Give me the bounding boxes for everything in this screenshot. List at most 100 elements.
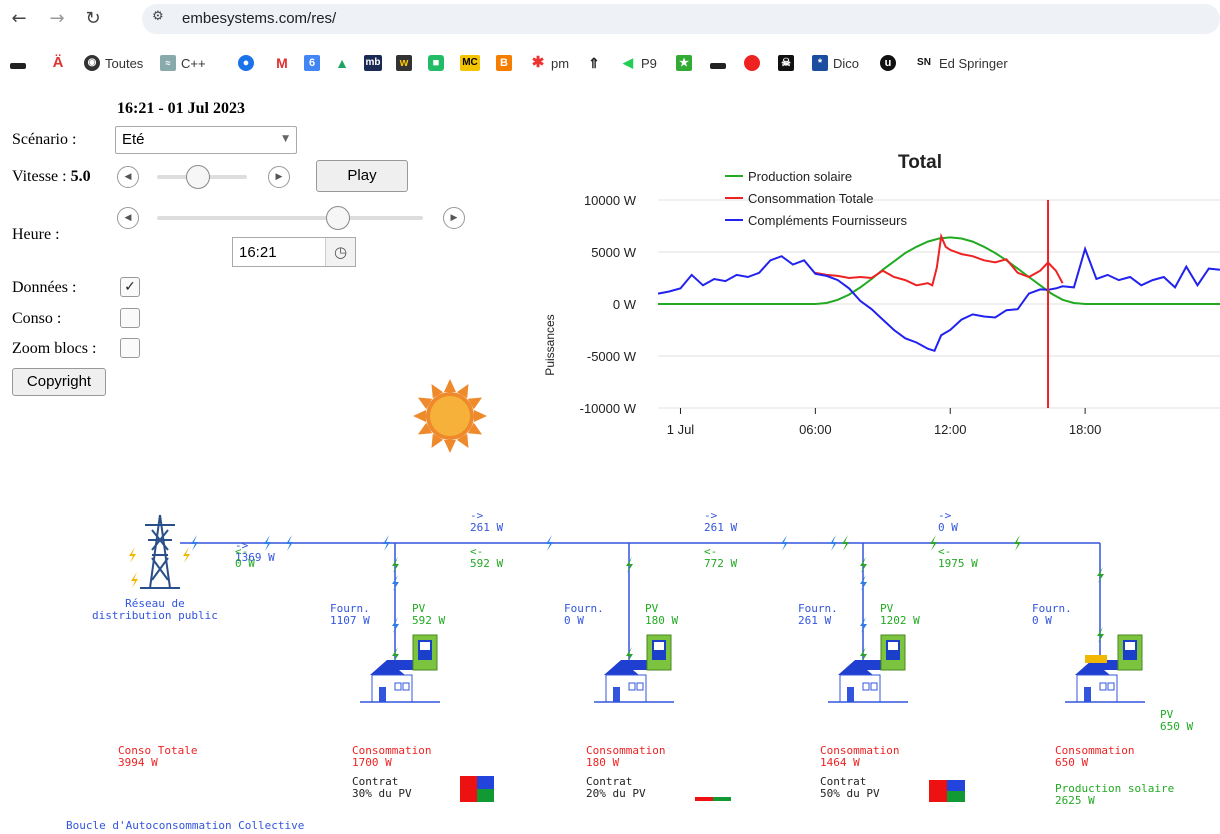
chart-x-tick-label: 1 Jul — [667, 422, 695, 437]
lightning-icon — [383, 535, 390, 551]
vitesse-label: Vitesse : 5.0 — [12, 168, 91, 185]
legend-entry: Compléments Fournisseurs — [748, 213, 907, 228]
chart-y-tick-label: 0 W — [613, 297, 637, 312]
heure-increase-button[interactable]: ▶ — [443, 207, 465, 229]
chart-y-axis-label: Puissances — [543, 314, 557, 375]
conso-checkbox[interactable] — [120, 308, 140, 328]
pm-icon: ✱ — [531, 54, 545, 71]
house-2-fourn: Fourn. 0 W — [564, 602, 604, 627]
solar-meter-icon — [880, 634, 906, 671]
lightning-icon — [286, 535, 293, 551]
bookmark-blogger-icon[interactable]: B — [496, 52, 512, 74]
lightning-icon — [129, 547, 136, 563]
house-1-pv: PV 592 W — [412, 602, 446, 627]
bookmark-mc[interactable]: MC — [460, 52, 480, 74]
bookmark-red-icon[interactable] — [744, 52, 760, 74]
house-3-pv: PV 1202 W — [880, 602, 920, 627]
copyright-button[interactable]: Copyright — [12, 368, 106, 396]
datetime-display: 16:21 - 01 Jul 2023 — [117, 100, 245, 117]
chart-x-tick-label: 06:00 — [799, 422, 832, 437]
grid-label: Réseau de distribution public — [92, 597, 218, 622]
bookmark-calendar-icon[interactable]: 6 — [304, 52, 320, 74]
pylon-icon — [140, 514, 180, 589]
cpp-icon: ≈ — [160, 55, 176, 71]
zoom-blocs-label: Zoom blocs : — [12, 340, 97, 357]
house-icon — [1065, 634, 1145, 703]
chart-y-tick-label: -10000 W — [580, 401, 637, 416]
zoom-blocs-checkbox[interactable] — [120, 338, 140, 358]
bookmark-pm[interactable]: ✱ pm — [530, 52, 569, 74]
bookmark-person-icon[interactable]: ● — [238, 52, 254, 74]
heure-decrease-button[interactable]: ◀ — [117, 207, 139, 229]
segment-2-back: <- 592 W — [470, 545, 504, 570]
house-1-consommation: Consommation 1700 W — [352, 744, 432, 769]
lightning-icon — [546, 535, 553, 551]
bookmark-gmail-icon[interactable]: M — [274, 52, 290, 74]
chart-y-tick-label: 10000 W — [584, 193, 637, 208]
bookmark-drive-icon[interactable]: ▲ — [334, 52, 350, 74]
scenario-select[interactable]: Eté ▼ — [115, 126, 297, 154]
conso-totale: Conso Totale 3994 W — [118, 744, 198, 769]
bookmark-toutes[interactable]: ◉ Toutes — [84, 52, 143, 74]
chevron-down-icon: ▼ — [282, 134, 289, 144]
bookmark-pen2-icon[interactable] — [710, 52, 726, 74]
play-button[interactable]: Play — [316, 160, 408, 192]
segment-2-forward: -> 261 W — [470, 509, 504, 534]
reload-icon[interactable]: ↻ — [80, 8, 106, 29]
back-arrow-icon[interactable]: ← — [6, 8, 32, 29]
bookmark-skull-icon[interactable]: ☠ — [778, 52, 794, 74]
house-3-contrat: Contrat 50% du PV — [820, 775, 880, 800]
house-3-fourn: Fourn. 261 W — [798, 602, 838, 627]
heure-slider-track[interactable] — [157, 216, 423, 220]
chart-y-tick-label: 5000 W — [591, 245, 637, 260]
donnees-label: Données : — [12, 279, 77, 296]
legend-entry: Consommation Totale — [748, 191, 874, 206]
forward-arrow-icon[interactable]: → — [44, 8, 70, 29]
checkmark-icon: ✓ — [124, 279, 136, 295]
bookmark-mb[interactable]: mb — [364, 52, 382, 74]
sn-icon: SN — [917, 57, 931, 68]
segment-4-forward: -> 0 W — [938, 509, 958, 534]
donnees-checkbox[interactable]: ✓ — [120, 277, 140, 297]
legend-entry: Production solaire — [748, 169, 852, 184]
bookmark-pen-icon[interactable] — [10, 52, 26, 74]
chart-series-line — [657, 245, 1220, 353]
bookmark-arrow-icon[interactable]: ⇑ — [586, 52, 602, 74]
bookmark-cpp[interactable]: ≈ C++ — [160, 52, 206, 74]
bookmark-p9[interactable]: ◀ P9 — [620, 52, 657, 74]
bookmark-star-icon[interactable]: ★ — [676, 52, 692, 74]
site-info-icon[interactable]: ⚙ — [152, 9, 164, 24]
chart-x-tick-label: 12:00 — [934, 422, 967, 437]
vitesse-slider-thumb[interactable] — [185, 165, 210, 189]
bookmark-puzzle-icon[interactable]: ■ — [428, 52, 444, 74]
heure-input[interactable]: 16:21 ◷ — [232, 237, 356, 267]
segment-3-back: <- 772 W — [704, 545, 738, 570]
chart-y-tick-label: -5000 W — [587, 349, 637, 364]
segment-3-forward: -> 261 W — [704, 509, 738, 534]
production-solaire-total: Production solaire 2625 W — [1055, 782, 1175, 807]
clock-icon[interactable]: ◷ — [325, 238, 355, 266]
address-bar[interactable]: ⚙ embesystems.com/res/ — [142, 4, 1220, 34]
house-4-pv: PV 650 W — [1160, 708, 1194, 733]
house-2-consommation: Consommation 180 W — [586, 744, 666, 769]
vitesse-increase-button[interactable]: ▶ — [268, 166, 290, 188]
browser-chrome: ← → ↻ ⚙ embesystems.com/res/ Ä ◉ Toutes ≈… — [0, 0, 1220, 82]
chart-series-line — [815, 232, 1064, 287]
conso-label: Conso : — [12, 310, 62, 327]
bookmark-a-icon[interactable]: Ä — [50, 52, 66, 74]
bookmark-u-icon[interactable]: u — [880, 52, 896, 74]
house-icon — [594, 634, 674, 703]
house-1-contrat-chart — [460, 776, 494, 802]
house-2-pv: PV 180 W — [645, 602, 679, 627]
bookmark-dico[interactable]: * Dico — [812, 52, 859, 74]
segment-4-back: <- 1975 W — [938, 545, 978, 570]
bookmarks-bar: Ä ◉ Toutes ≈ C++ ● M 6 ▲ mb w ■ MC B ✱ pm ⇑… — [0, 48, 1220, 78]
bookmark-wu-icon[interactable]: w — [396, 52, 412, 74]
heure-slider-thumb[interactable] — [325, 206, 350, 230]
solar-meter-icon — [412, 634, 438, 671]
chart-title: Total — [898, 152, 942, 173]
vitesse-decrease-button[interactable]: ◀ — [117, 166, 139, 188]
solar-meter-icon — [1117, 634, 1143, 671]
lightning-icon — [131, 572, 138, 588]
bookmark-ed-springer[interactable]: SN Ed Springer — [914, 52, 1008, 74]
